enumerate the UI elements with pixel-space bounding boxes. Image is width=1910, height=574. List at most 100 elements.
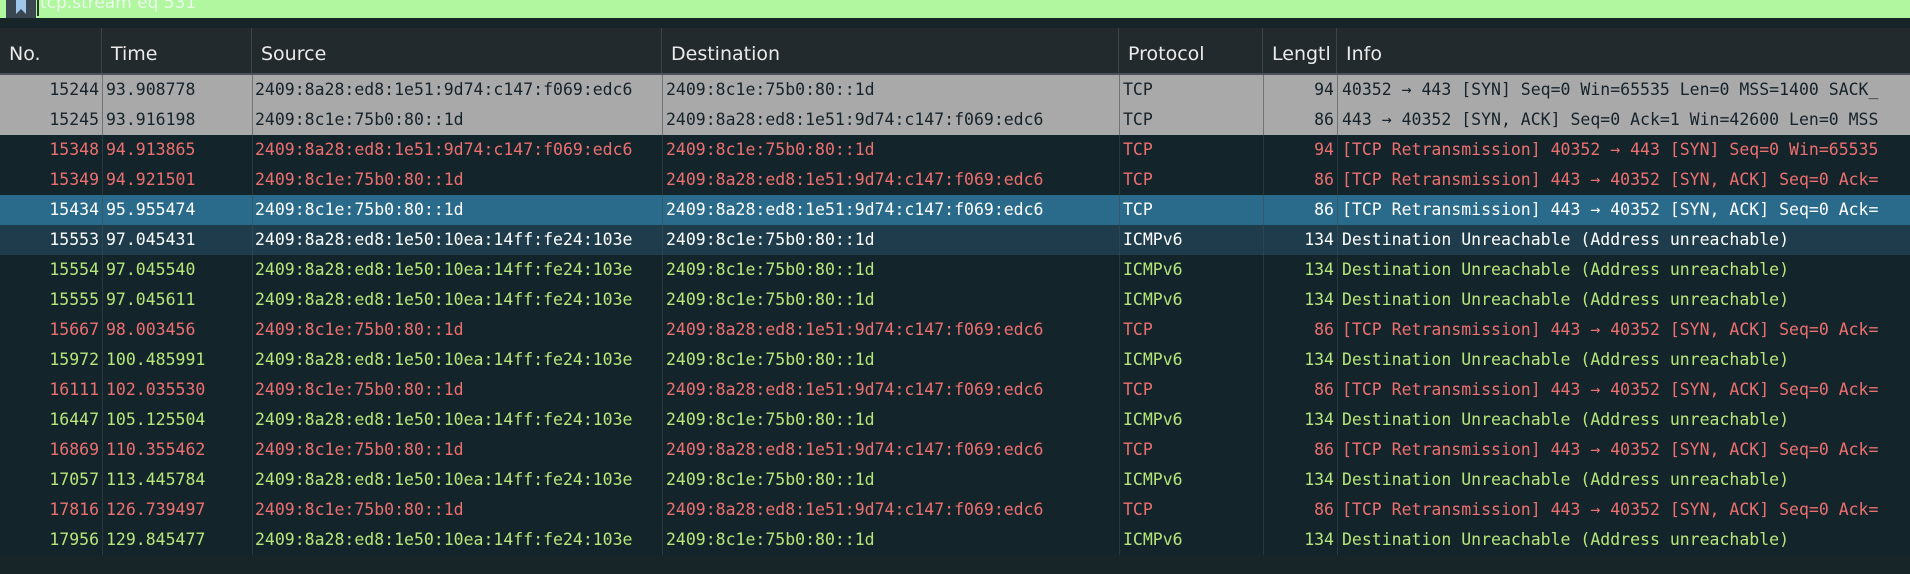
- packet-time: 100.485991: [106, 350, 206, 369]
- packet-row[interactable]: 15553 97.045431 2409:8a28:ed8:1e50:10ea:14…: [0, 225, 1910, 255]
- packet-time: 93.908778: [106, 80, 196, 99]
- packet-info: Destination Unreachable (Address unreach…: [1342, 290, 1790, 309]
- packet-source: 2409:8a28:ed8:1e50:10ea:14ff:fe24:103e: [255, 410, 633, 429]
- column-header-time[interactable]: Time: [102, 28, 252, 73]
- packet-info: Destination Unreachable (Address unreach…: [1342, 350, 1790, 369]
- packet-protocol: ICMPv6: [1123, 350, 1183, 369]
- packet-info: 40352 → 443 [SYN] Seq=0 Win=65535 Len=0 …: [1342, 80, 1879, 99]
- packet-time: 129.845477: [106, 530, 206, 549]
- packet-row[interactable]: 16447 105.125504 2409:8a28:ed8:1e50:10ea:1…: [0, 405, 1910, 435]
- packet-length: 86: [1314, 440, 1334, 459]
- packet-source: 2409:8a28:ed8:1e50:10ea:14ff:fe24:103e: [255, 530, 633, 549]
- packet-row[interactable]: 17956 129.845477 2409:8a28:ed8:1e50:10ea:1…: [0, 525, 1910, 555]
- packet-info: [TCP Retransmission] 443 → 40352 [SYN, A…: [1342, 170, 1879, 189]
- packet-number: 15553: [49, 230, 99, 249]
- packet-destination: 2409:8a28:ed8:1e51:9d74:c147:f069:edc6: [666, 170, 1044, 189]
- packet-time: 113.445784: [106, 470, 206, 489]
- packet-source: 2409:8c1e:75b0:80::1d: [255, 380, 464, 399]
- packet-row[interactable]: 17057 113.445784 2409:8a28:ed8:1e50:10ea:1…: [0, 465, 1910, 495]
- packet-row[interactable]: 15434 95.955474 2409:8c1e:75b0:80::1d 2409:…: [0, 195, 1910, 225]
- column-header-no[interactable]: No.: [0, 28, 102, 73]
- packet-source: 2409:8c1e:75b0:80::1d: [255, 500, 464, 519]
- column-divider: [1119, 75, 1120, 555]
- column-divider: [1263, 75, 1264, 555]
- packet-info: [TCP Retransmission] 443 → 40352 [SYN, A…: [1342, 320, 1879, 339]
- packet-row[interactable]: 15349 94.921501 2409:8c1e:75b0:80::1d 2409:…: [0, 165, 1910, 195]
- packet-source: 2409:8a28:ed8:1e50:10ea:14ff:fe24:103e: [255, 230, 633, 249]
- packet-length: 86: [1314, 110, 1334, 129]
- column-header-protocol[interactable]: Protocol: [1119, 28, 1263, 73]
- packet-row[interactable]: 15348 94.913865 2409:8a28:ed8:1e51:9d74:c1…: [0, 135, 1910, 165]
- packet-length: 134: [1304, 530, 1334, 549]
- packet-info: [TCP Retransmission] 443 → 40352 [SYN, A…: [1342, 440, 1879, 459]
- packet-row[interactable]: 16869 110.355462 2409:8c1e:75b0:80::1d 2409…: [0, 435, 1910, 465]
- packet-source: 2409:8c1e:75b0:80::1d: [255, 440, 464, 459]
- column-header-length[interactable]: Lengtl: [1263, 28, 1337, 73]
- packet-source: 2409:8c1e:75b0:80::1d: [255, 110, 464, 129]
- packet-row[interactable]: 15244 93.908778 2409:8a28:ed8:1e51:9d74:c1…: [0, 75, 1910, 105]
- packet-length: 94: [1314, 80, 1334, 99]
- packet-protocol: TCP: [1123, 140, 1153, 159]
- packet-number: 15349: [49, 170, 99, 189]
- packet-destination: 2409:8a28:ed8:1e51:9d74:c147:f069:edc6: [666, 500, 1044, 519]
- packet-destination: 2409:8c1e:75b0:80::1d: [666, 290, 875, 309]
- packet-info: Destination Unreachable (Address unreach…: [1342, 530, 1790, 549]
- packet-row[interactable]: 15667 98.003456 2409:8c1e:75b0:80::1d 2409:…: [0, 315, 1910, 345]
- packet-length: 86: [1314, 320, 1334, 339]
- packet-time: 105.125504: [106, 410, 206, 429]
- packet-number: 17816: [49, 500, 99, 519]
- packet-time: 95.955474: [106, 200, 196, 219]
- packet-protocol: ICMPv6: [1123, 290, 1183, 309]
- packet-number: 15554: [49, 260, 99, 279]
- packet-row[interactable]: 15245 93.916198 2409:8c1e:75b0:80::1d 2409:…: [0, 105, 1910, 135]
- packet-source: 2409:8a28:ed8:1e51:9d74:c147:f069:edc6: [255, 80, 633, 99]
- packet-length: 86: [1314, 170, 1334, 189]
- packet-destination: 2409:8c1e:75b0:80::1d: [666, 350, 875, 369]
- packet-row[interactable]: 15555 97.045611 2409:8a28:ed8:1e50:10ea:14…: [0, 285, 1910, 315]
- column-header-source[interactable]: Source: [252, 28, 662, 73]
- packet-length: 86: [1314, 200, 1334, 219]
- packet-number: 17956: [49, 530, 99, 549]
- packet-row[interactable]: 17816 126.739497 2409:8c1e:75b0:80::1d 2409…: [0, 495, 1910, 525]
- packet-destination: 2409:8c1e:75b0:80::1d: [666, 80, 875, 99]
- packet-protocol: TCP: [1123, 80, 1153, 99]
- packet-info: [TCP Retransmission] 443 → 40352 [SYN, A…: [1342, 500, 1879, 519]
- packet-row[interactable]: 16111 102.035530 2409:8c1e:75b0:80::1d 2409…: [0, 375, 1910, 405]
- filter-bookmark-button[interactable]: [6, 0, 36, 18]
- packet-number: 15972: [49, 350, 99, 369]
- packet-row[interactable]: 15972 100.485991 2409:8a28:ed8:1e50:10ea:1…: [0, 345, 1910, 375]
- column-header-info[interactable]: Info: [1337, 28, 1910, 73]
- column-header-destination[interactable]: Destination: [662, 28, 1119, 73]
- packet-source: 2409:8c1e:75b0:80::1d: [255, 170, 464, 189]
- packet-time: 97.045540: [106, 260, 196, 279]
- column-divider: [252, 75, 253, 555]
- packet-time: 98.003456: [106, 320, 196, 339]
- display-filter-input[interactable]: tcp.stream eq 531: [40, 0, 196, 13]
- packet-destination: 2409:8c1e:75b0:80::1d: [666, 260, 875, 279]
- packet-info: 443 → 40352 [SYN, ACK] Seq=0 Ack=1 Win=4…: [1342, 110, 1879, 129]
- packet-protocol: TCP: [1123, 200, 1153, 219]
- packet-time: 126.739497: [106, 500, 206, 519]
- packet-source: 2409:8a28:ed8:1e50:10ea:14ff:fe24:103e: [255, 350, 633, 369]
- packet-source: 2409:8a28:ed8:1e50:10ea:14ff:fe24:103e: [255, 260, 633, 279]
- packet-source: 2409:8c1e:75b0:80::1d: [255, 320, 464, 339]
- packet-destination: 2409:8a28:ed8:1e51:9d74:c147:f069:edc6: [666, 440, 1044, 459]
- packet-info: Destination Unreachable (Address unreach…: [1342, 410, 1790, 429]
- packet-time: 97.045611: [106, 290, 196, 309]
- packet-length: 134: [1304, 410, 1334, 429]
- packet-length: 134: [1304, 260, 1334, 279]
- packet-destination: 2409:8c1e:75b0:80::1d: [666, 410, 875, 429]
- packet-length: 134: [1304, 350, 1334, 369]
- packet-protocol: ICMPv6: [1123, 530, 1183, 549]
- packet-number: 15434: [49, 200, 99, 219]
- packet-protocol: TCP: [1123, 110, 1153, 129]
- packet-protocol: ICMPv6: [1123, 410, 1183, 429]
- packet-destination: 2409:8a28:ed8:1e51:9d74:c147:f069:edc6: [666, 200, 1044, 219]
- packet-info: Destination Unreachable (Address unreach…: [1342, 230, 1790, 249]
- packet-destination: 2409:8c1e:75b0:80::1d: [666, 530, 875, 549]
- packet-row[interactable]: 15554 97.045540 2409:8a28:ed8:1e50:10ea:14…: [0, 255, 1910, 285]
- packet-protocol: TCP: [1123, 440, 1153, 459]
- display-filter-bar[interactable]: tcp.stream eq 531: [0, 0, 1910, 18]
- packet-destination: 2409:8c1e:75b0:80::1d: [666, 470, 875, 489]
- packet-protocol: ICMPv6: [1123, 470, 1183, 489]
